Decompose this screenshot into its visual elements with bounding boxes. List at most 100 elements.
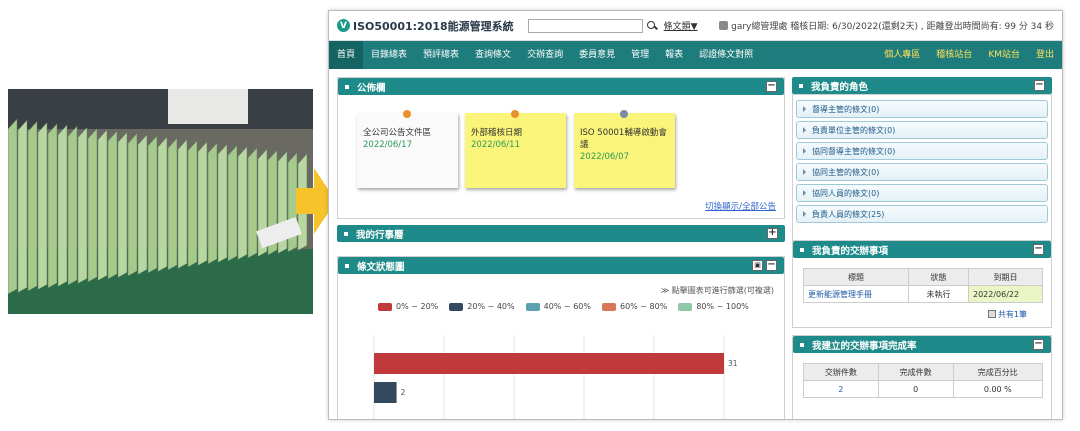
table-row: 更新能源管理手冊 未執行 2022/06/22 — [803, 285, 1043, 303]
task-title-link[interactable]: 更新能源管理手冊 — [803, 285, 909, 303]
legend-swatch — [449, 302, 464, 311]
legend-item[interactable]: 40% ~ 60% — [525, 302, 591, 311]
binder-spine — [67, 125, 78, 286]
binder-spine — [227, 144, 238, 262]
logo-icon: V — [337, 19, 350, 32]
legend-item[interactable]: 60% ~ 80% — [601, 302, 668, 311]
notice-note[interactable]: 外部稽核日期 2022/06/11 — [465, 110, 566, 188]
binder-spine — [17, 119, 28, 293]
nav-item-logout[interactable]: 登出 — [1028, 41, 1062, 69]
legend-swatch — [378, 302, 392, 311]
pin-icon — [620, 110, 628, 118]
collapse-button[interactable]: − — [766, 81, 777, 92]
collapse-button[interactable]: − — [1034, 80, 1045, 91]
completion-rate-panel: 我建立的交辦事項完成率 − 交辦件數 完成件數 完成百分比 2 0 0.00 % — [792, 335, 1052, 419]
nav-item-audit-site[interactable]: 稽核站台 — [928, 41, 980, 69]
nav-item-committee[interactable]: 委員意見 — [571, 41, 623, 69]
tasks-table: 標題 狀態 到期日 更新能源管理手冊 未執行 2022/06/22 — [803, 268, 1043, 303]
chart-hint: ≫ 點擊圖表可進行篩選(可複選) — [660, 286, 774, 295]
schedule-title: 我的行事曆 — [356, 229, 404, 241]
collapse-button[interactable]: − — [766, 260, 777, 271]
binder-spine — [47, 123, 58, 289]
binder-spine — [127, 132, 138, 277]
toggle-all-notices-link[interactable]: 切換顯示/全部公告 — [705, 200, 776, 212]
note-date: 2022/06/07 — [580, 152, 629, 162]
nav-item-query-clause[interactable]: 查詢條文 — [467, 41, 519, 69]
collapse-button[interactable]: − — [1033, 339, 1044, 350]
role-item[interactable]: 負責人員的條文(25) — [796, 205, 1048, 223]
expand-arrow-icon — [803, 211, 806, 217]
chart-legend: 0% ~ 20% 20% ~ 40% 40% ~ 60% 60% ~ 80% 80% ~… — [378, 302, 760, 311]
status-chart[interactable]: 31 2 — [338, 317, 784, 420]
nav-item-km-site[interactable]: KM站台 — [980, 41, 1028, 69]
tasks-total-text: 共有1筆 — [997, 310, 1027, 319]
search-icon[interactable] — [646, 20, 658, 32]
binder-spine — [207, 142, 218, 265]
roles-list: 督導主管的條文(0) 負責單位主管的條文(0) 協同督導主管的條文(0) 協同主管的條… — [792, 94, 1052, 250]
collapse-button[interactable]: − — [1033, 244, 1044, 255]
bullet-icon — [344, 231, 348, 236]
expand-arrow-icon — [803, 106, 806, 112]
app-window: V ISO50001:2018能源管理系統 條文類▼ gary總管理處 稽核日期… — [328, 10, 1063, 420]
note-date: 2022/06/11 — [471, 140, 520, 150]
export-button[interactable]: ▣ — [752, 260, 763, 271]
notice-note[interactable]: ISO 50001輔導啟動會議 2022/06/07 — [574, 110, 675, 188]
bullet-icon — [345, 84, 349, 89]
bar[interactable] — [374, 353, 724, 374]
search-input[interactable] — [527, 18, 643, 33]
bullet-icon — [800, 247, 804, 252]
legend-swatch — [525, 302, 540, 311]
legend-swatch — [678, 302, 693, 311]
role-label: 督導主管的條文(0) — [812, 104, 880, 114]
tasks-total[interactable]: 共有1筆 — [987, 309, 1027, 320]
binder-spine — [57, 124, 68, 287]
notice-panel: 公佈欄 − 全公司公告文件區 2022/06/17 外部稽核日期 2022/06/… — [337, 77, 785, 219]
nav-item-home[interactable]: 首頁 — [329, 41, 364, 69]
role-item[interactable]: 協同主管的條文(0) — [796, 163, 1048, 181]
roles-title: 我負責的角色 — [811, 81, 869, 93]
schedule-header: 我的行事曆 + — [337, 225, 785, 242]
notice-title: 公佈欄 — [357, 82, 386, 94]
legend-item[interactable]: 0% ~ 20% — [378, 302, 438, 311]
notice-note[interactable]: 全公司公告文件區 2022/06/17 — [357, 110, 458, 188]
nav-item-manage[interactable]: 管理 — [623, 41, 657, 69]
nav-item-query-task[interactable]: 交辦查詢 — [519, 41, 571, 69]
tasks-title: 我負責的交辦事項 — [812, 245, 889, 257]
role-item[interactable]: 協同督導主管的條文(0) — [796, 142, 1048, 160]
legend-item[interactable]: 80% ~ 100% — [678, 302, 749, 311]
roles-panel: 我負責的角色 − 督導主管的條文(0) 負責單位主管的條文(0) 協同督導主管的條文(… — [792, 77, 1052, 250]
binder-spine — [87, 127, 98, 283]
note-date: 2022/06/17 — [363, 140, 412, 150]
tasks-panel: 我負責的交辦事項 − 標題 狀態 到期日 更新能源管理手冊 未執行 2022/06… — [792, 240, 1052, 328]
pin-icon — [511, 110, 519, 118]
task-due-date: 2022/06/22 — [968, 285, 1043, 303]
binder-spine — [157, 136, 168, 272]
binder-spine — [247, 147, 258, 259]
user-info-text: gary總管理處 稽核日期: 6/30/2022(還剩2天) , 距離登出時間尚… — [731, 22, 1054, 32]
binder-spine — [197, 141, 208, 266]
binders-photo — [8, 89, 313, 314]
status-panel: 條文狀態圖 ▣ − ≫ 點擊圖表可進行篩選(可複選) 0% ~ 20% 20% ~ 4… — [337, 256, 785, 420]
doc-type-dropdown[interactable]: 條文類▼ — [664, 19, 698, 32]
assigned-count[interactable]: 2 — [803, 380, 879, 398]
nav-item-cert-map[interactable]: 認證條文對照 — [691, 41, 761, 69]
completion-percent: 0.00 % — [952, 380, 1044, 398]
role-item[interactable]: 協同人員的條文(0) — [796, 184, 1048, 202]
expand-icon — [987, 310, 996, 318]
role-label: 負責單位主管的條文(0) — [812, 125, 896, 135]
col-header: 狀態 — [908, 268, 969, 286]
legend-label: 60% ~ 80% — [619, 302, 668, 311]
bar[interactable] — [374, 382, 397, 403]
expand-button[interactable]: + — [767, 228, 778, 239]
nav-item-catalog[interactable]: 目錄總表 — [363, 41, 415, 69]
col-header: 到期日 — [968, 268, 1043, 286]
nav-item-report[interactable]: 報表 — [657, 41, 691, 69]
role-item[interactable]: 負責單位主管的條文(0) — [796, 121, 1048, 139]
nav-item-pre-eval[interactable]: 預評總表 — [415, 41, 467, 69]
nav-item-personal[interactable]: 個人專區 — [876, 41, 928, 69]
legend-item[interactable]: 20% ~ 40% — [449, 302, 515, 311]
binder-spine — [237, 145, 248, 260]
user-info: gary總管理處 稽核日期: 6/30/2022(還剩2天) , 距離登出時間尚… — [719, 19, 1054, 32]
roles-header: 我負責的角色 − — [792, 77, 1052, 94]
role-item[interactable]: 督導主管的條文(0) — [796, 100, 1048, 118]
